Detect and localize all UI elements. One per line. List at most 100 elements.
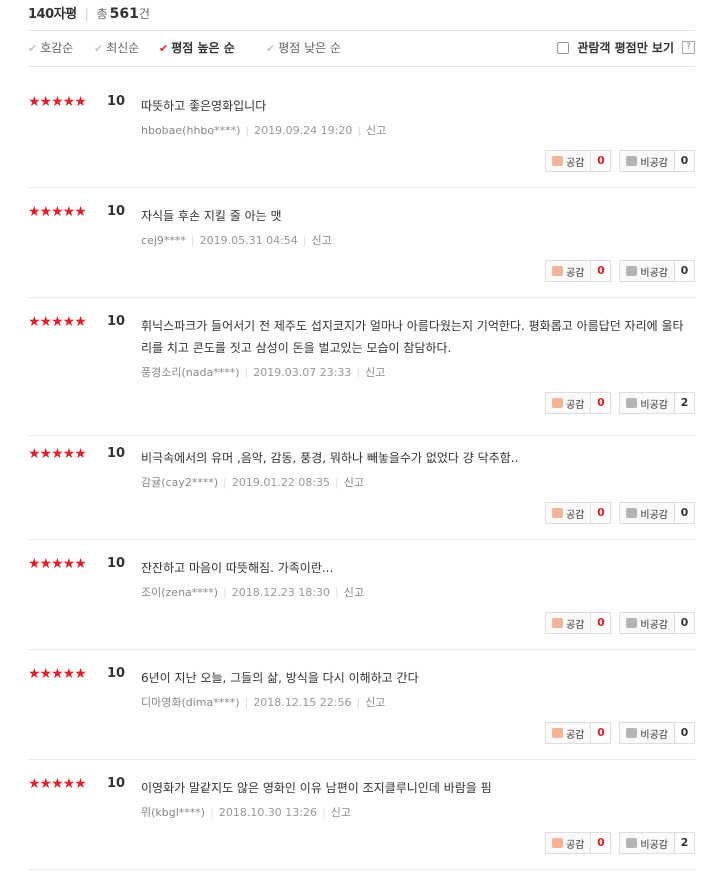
like-button[interactable]: 공감	[544, 260, 592, 282]
thumbs-up-icon	[551, 728, 563, 738]
review-text: 휘닉스파크가 들어서기 전 제주도 섭지코지가 얼마나 아름다웠는지 기억한다.…	[141, 319, 684, 355]
review-author[interactable]: hbobae(hhbo****)	[141, 124, 240, 137]
header-divider-line	[28, 30, 695, 31]
dislike-count: 2	[675, 832, 695, 854]
meta-divider: |	[322, 806, 326, 819]
like-count: 0	[591, 722, 612, 744]
rating-score: 10	[107, 314, 126, 329]
thumbs-down-icon	[626, 838, 638, 848]
like-count: 0	[591, 612, 612, 634]
sort-option-latest[interactable]: ✔ 최신순	[94, 39, 139, 56]
meta-divider: |	[190, 234, 195, 247]
like-button[interactable]: 공감	[544, 150, 592, 172]
review-date: 2019.03.07 23:33	[253, 366, 352, 379]
rating-stars: ★★★★★	[28, 94, 87, 110]
dislike-button[interactable]: 비공감	[619, 392, 675, 414]
sort-option-rating-low[interactable]: ✔ 평점 낮은 순	[266, 39, 341, 56]
review-actions: 공감 0 비공감 0	[544, 612, 695, 634]
check-icon: ✔	[28, 42, 38, 55]
report-link[interactable]: 신고	[344, 586, 364, 599]
dislike-button[interactable]: 비공감	[619, 612, 675, 634]
meta-divider: |	[334, 586, 339, 599]
check-icon: ✔	[266, 42, 276, 55]
rating-stars: ★★★★★	[28, 666, 87, 682]
review-text: 6년이 지난 오늘, 그들의 삶, 방식을 다시 이해하고 간다	[141, 671, 419, 685]
thumbs-down-icon	[626, 508, 638, 518]
thumbs-up-icon	[551, 838, 563, 848]
dislike-button[interactable]: 비공감	[619, 260, 675, 282]
sort-option-rating-high[interactable]: ✔ 평점 높은 순	[159, 39, 235, 56]
dislike-button[interactable]: 비공감	[619, 722, 675, 744]
help-icon[interactable]: ?	[682, 41, 695, 54]
review-date: 2018.12.23 18:30	[231, 586, 330, 599]
section-title: 140자평	[28, 7, 77, 22]
review-meta: hbobae(hhbo****) | 2019.09.24 19:20 | 신고	[141, 122, 386, 138]
review-text: 따뜻하고 좋은영화입니다	[141, 99, 267, 113]
audience-only-checkbox[interactable]	[557, 41, 570, 54]
like-button[interactable]: 공감	[544, 392, 592, 414]
dislike-button[interactable]: 비공감	[619, 150, 675, 172]
meta-divider: |	[302, 234, 307, 247]
like-count: 0	[591, 150, 612, 172]
review-date: 2018.12.15 22:56	[253, 696, 352, 709]
review-author[interactable]: 디마영화(dima****)	[141, 696, 240, 709]
check-icon: ✔	[159, 42, 169, 55]
review-author[interactable]: 감귤(cay2****)	[141, 476, 218, 489]
audience-only-label[interactable]: 관람객 평점만 보기	[577, 39, 674, 56]
rating-score: 10	[107, 556, 126, 571]
report-link[interactable]: 신고	[365, 366, 385, 379]
review-item: ★★★★★ 10 6년이 지난 오늘, 그들의 삶, 방식을 다시 이해하고 간…	[28, 666, 695, 760]
report-link[interactable]: 신고	[366, 124, 386, 137]
meta-divider: |	[244, 696, 249, 709]
audience-filter: 관람객 평점만 보기 ?	[557, 39, 695, 56]
like-count: 0	[591, 832, 612, 854]
rating-score: 10	[107, 446, 126, 461]
thumbs-down-icon	[626, 266, 638, 276]
like-button[interactable]: 공감	[544, 502, 592, 524]
like-button[interactable]: 공감	[544, 612, 592, 634]
report-link[interactable]: 신고	[312, 234, 332, 247]
like-button[interactable]: 공감	[544, 832, 592, 854]
review-text: 비극속에서의 유머 ,음악, 감동, 풍경, 뭐하나 빼놓을수가 없었다 걍 닥…	[141, 451, 519, 465]
rating-stars: ★★★★★	[28, 446, 87, 462]
like-button[interactable]: 공감	[544, 722, 592, 744]
review-date: 2018.10.30 13:26	[218, 806, 318, 819]
dislike-button[interactable]: 비공감	[619, 832, 675, 854]
dislike-count: 0	[675, 502, 695, 524]
review-item: ★★★★★ 10 따뜻하고 좋은영화입니다 hbobae(hhbo****) | 2…	[28, 94, 695, 188]
review-author[interactable]: 조이(zena****)	[141, 586, 218, 599]
rating-stars: ★★★★★	[28, 204, 87, 220]
review-meta: 뮈(kbgl****) | 2018.10.30 13:26 | 신고	[141, 804, 351, 820]
review-author[interactable]: 풍경소리(nada****)	[141, 366, 240, 379]
thumbs-up-icon	[551, 618, 563, 628]
review-meta: 감귤(cay2****) | 2019.01.22 08:35 | 신고	[141, 474, 364, 490]
check-icon: ✔	[94, 42, 104, 55]
review-meta: 풍경소리(nada****) | 2019.03.07 23:33 | 신고	[141, 364, 385, 380]
rating-score: 10	[107, 204, 126, 219]
rating-stars: ★★★★★	[28, 776, 87, 792]
like-count: 0	[591, 392, 612, 414]
review-author[interactable]: cej9****	[141, 234, 186, 247]
rating-stars: ★★★★★	[28, 314, 87, 330]
meta-divider: |	[335, 476, 339, 489]
review-date: 2019.01.22 08:35	[231, 476, 331, 489]
meta-divider: |	[245, 124, 250, 137]
sort-option-likes[interactable]: ✔ 호감순	[28, 39, 73, 56]
total-count: 561	[109, 6, 139, 22]
thumbs-down-icon	[626, 156, 638, 166]
rating-stars: ★★★★★	[28, 556, 87, 572]
report-link[interactable]: 신고	[344, 476, 364, 489]
review-author[interactable]: 뮈(kbgl****)	[141, 806, 205, 819]
review-actions: 공감 0 비공감 0	[544, 260, 695, 282]
report-link[interactable]: 신고	[365, 696, 385, 709]
dislike-button[interactable]: 비공감	[619, 502, 675, 524]
dislike-count: 0	[675, 722, 695, 744]
rating-score: 10	[107, 94, 126, 109]
report-link[interactable]: 신고	[331, 806, 351, 819]
review-text: 잔잔하고 마음이 따뜻해짐. 가족이란...	[141, 561, 334, 575]
thumbs-up-icon	[551, 398, 563, 408]
thumbs-up-icon	[551, 508, 563, 518]
review-item: ★★★★★ 10 비극속에서의 유머 ,음악, 감동, 풍경, 뭐하나 빼놓을수…	[28, 446, 695, 540]
review-actions: 공감 0 비공감 2	[544, 832, 695, 854]
thumbs-up-icon	[551, 266, 563, 276]
